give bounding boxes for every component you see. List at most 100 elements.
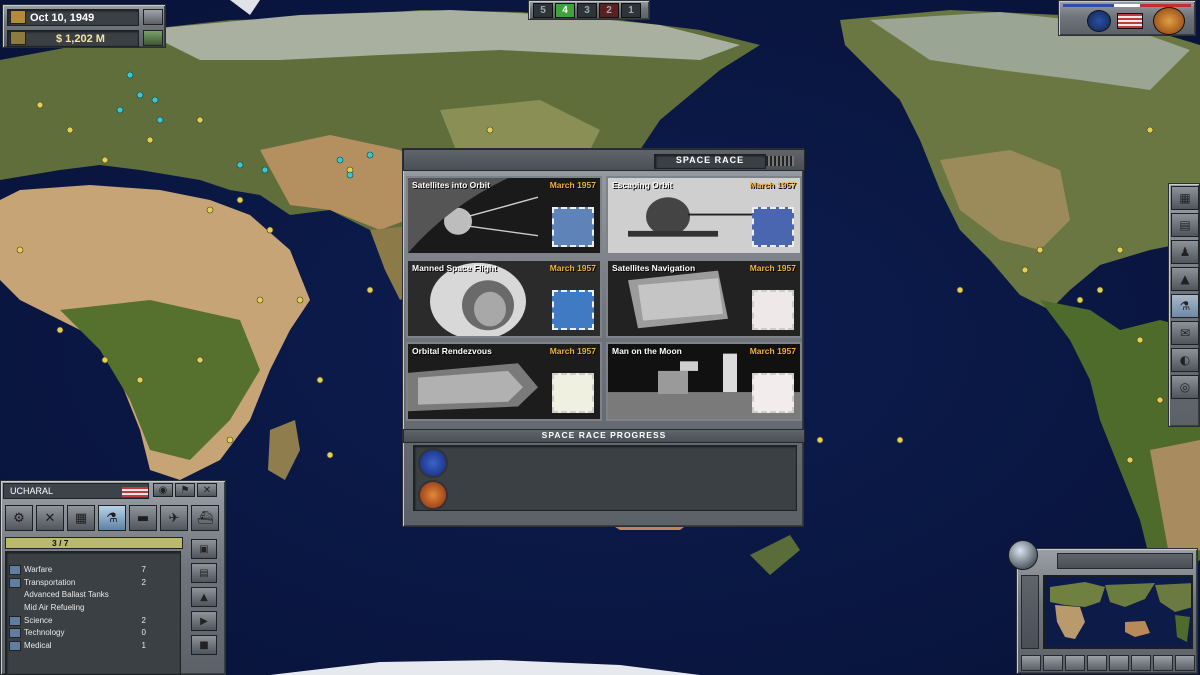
unit-info-button[interactable]: ◉: [153, 483, 173, 497]
research-list[interactable]: Warfare 7 Transportation 2 Advanced Ball…: [5, 551, 181, 675]
treasury-icon: [10, 31, 26, 45]
project-name: Manned Space Flight: [412, 263, 498, 273]
nasa-icon: [418, 448, 448, 478]
stamp-icon: [752, 207, 794, 247]
tab-naval[interactable]: ⛴: [191, 505, 219, 531]
project-name: Man on the Moon: [612, 346, 682, 356]
list-item[interactable]: Advanced Ballast Tanks: [6, 589, 180, 602]
nasa-progress-track: [454, 450, 790, 476]
project-card-escaping-orbit[interactable]: Escaping Orbit March 1957: [606, 176, 802, 255]
list-item[interactable]: Medical 1: [6, 640, 180, 653]
soviet-progress-track: [454, 482, 790, 508]
list-item[interactable]: Transportation 2: [6, 577, 180, 590]
list-header: 3 / 7: [5, 537, 183, 549]
tab-armor[interactable]: ▬: [129, 505, 157, 531]
deploy-button[interactable]: ▶: [191, 611, 217, 631]
game-speed-bar: 5 4 3 2 1: [528, 0, 650, 20]
project-card-satellites-into-orbit[interactable]: Satellites into Orbit March 1957: [406, 176, 602, 255]
military-button[interactable]: ▲: [1171, 267, 1199, 291]
treasury-amount: $ 1,202 M: [56, 32, 105, 45]
project-name: Escaping Orbit: [612, 180, 673, 190]
minimap-control-button[interactable]: [1109, 655, 1129, 671]
unit-quick-buttons: ◉ ⚑ ✕: [153, 483, 223, 499]
soviet-emblem-icon[interactable]: [1153, 7, 1185, 35]
stamp-icon: [752, 290, 794, 330]
project-date: March 1957: [549, 346, 596, 356]
project-date: March 1957: [549, 180, 596, 190]
tab-industry[interactable]: ▦: [67, 505, 95, 531]
budget-button[interactable]: [143, 30, 163, 46]
stamp-icon: [552, 290, 594, 330]
stamp-icon: [552, 207, 594, 247]
calendar-icon: [10, 10, 26, 24]
project-card-orbital-rendezvous[interactable]: Orbital Rendezvous March 1957: [406, 342, 602, 421]
minimap-control-button[interactable]: [1043, 655, 1063, 671]
transport-icon: [9, 577, 21, 588]
queue-button[interactable]: ▤: [191, 563, 217, 583]
minimap-control-button[interactable]: [1065, 655, 1085, 671]
project-name: Satellites into Orbit: [412, 180, 490, 190]
research-button[interactable]: ⚗: [1171, 294, 1199, 318]
stamp-icon: [752, 373, 794, 413]
upgrade-button[interactable]: ▲: [191, 587, 217, 607]
speed-button-3[interactable]: 3: [577, 3, 597, 18]
cancel-button[interactable]: ■: [191, 635, 217, 655]
medical-icon: [9, 641, 21, 652]
project-card-manned-space-flight[interactable]: Manned Space Flight March 1957: [406, 259, 602, 338]
project-date: March 1957: [749, 346, 796, 356]
world-button[interactable]: ◎: [1171, 375, 1199, 399]
unit-tabs: ⚙ ✕ ▦ ⚗ ▬ ✈ ⛴: [3, 503, 225, 533]
speed-button-4[interactable]: 4: [555, 3, 575, 18]
options-button[interactable]: [143, 9, 163, 25]
globe-view-button[interactable]: ◐: [1171, 348, 1199, 372]
unit-panel: UCHARAL ◉ ⚑ ✕ ⚙ ✕ ▦ ⚗ ▬ ✈ ⛴ 3 / 7 Warfar…: [0, 480, 226, 675]
tab-warfare[interactable]: ✕: [36, 505, 64, 531]
list-item[interactable]: Science 2: [6, 615, 180, 628]
nation-flag-icon[interactable]: [1117, 13, 1143, 29]
minimap-header: [1057, 553, 1193, 569]
minimap-control-button[interactable]: [1021, 655, 1041, 671]
space-race-dialog: SPACE RACE Satellites into Orbit March 1…: [402, 148, 805, 527]
dialog-title-bar: SPACE RACE: [403, 149, 805, 171]
minimap-control-button[interactable]: [1087, 655, 1107, 671]
build-button[interactable]: ▣: [191, 539, 217, 559]
structures-button[interactable]: ▦: [1171, 186, 1199, 210]
alliance-panel: [1058, 0, 1196, 36]
minimap-control-button[interactable]: [1153, 655, 1173, 671]
space-race-projects: Satellites into Orbit March 1957 Escapin…: [406, 176, 802, 421]
list-item[interactable]: Mid Air Refueling: [6, 602, 180, 615]
speed-button-5[interactable]: 5: [533, 3, 553, 18]
nato-icon[interactable]: [1087, 10, 1111, 32]
minimap-control-button[interactable]: [1175, 655, 1195, 671]
population-button[interactable]: ♟: [1171, 240, 1199, 264]
stamp-icon: [552, 373, 594, 413]
date-money-panel: Oct 10, 1949 $ 1,202 M: [2, 4, 166, 48]
project-date: March 1957: [749, 180, 796, 190]
project-card-man-on-the-moon[interactable]: Man on the Moon March 1957: [606, 342, 802, 421]
project-card-satellites-navigation[interactable]: Satellites Navigation March 1957: [606, 259, 802, 338]
minimap-controls: [1021, 655, 1195, 671]
minimap-control-button[interactable]: [1131, 655, 1151, 671]
tab-air[interactable]: ✈: [160, 505, 188, 531]
current-date: Oct 10, 1949: [30, 11, 95, 24]
date-display: Oct 10, 1949: [7, 9, 139, 26]
tab-overview[interactable]: ⚙: [5, 505, 33, 531]
list-item[interactable]: Warfare 7: [6, 564, 180, 577]
list-item[interactable]: Technology 0: [6, 627, 180, 640]
facilities-button[interactable]: ▤: [1171, 213, 1199, 237]
unit-close-button[interactable]: ✕: [197, 483, 217, 497]
speed-button-2[interactable]: 2: [599, 3, 619, 18]
unit-name: UCHARAL: [10, 486, 54, 496]
unit-side-buttons: ▣ ▤ ▲ ▶ ■: [189, 537, 221, 673]
progress-title: SPACE RACE PROGRESS: [403, 429, 805, 443]
minimap[interactable]: [1043, 575, 1193, 649]
globe-icon[interactable]: [1008, 540, 1038, 570]
speed-button-1[interactable]: 1: [621, 3, 641, 18]
diplomacy-button[interactable]: ✉: [1171, 321, 1199, 345]
list-count: 3 / 7: [52, 538, 69, 548]
science-icon: [9, 615, 21, 626]
minimap-panel: [1016, 548, 1198, 674]
tab-research[interactable]: ⚗: [98, 505, 126, 531]
unit-orders-button[interactable]: ⚑: [175, 483, 195, 497]
technology-icon: [9, 628, 21, 639]
